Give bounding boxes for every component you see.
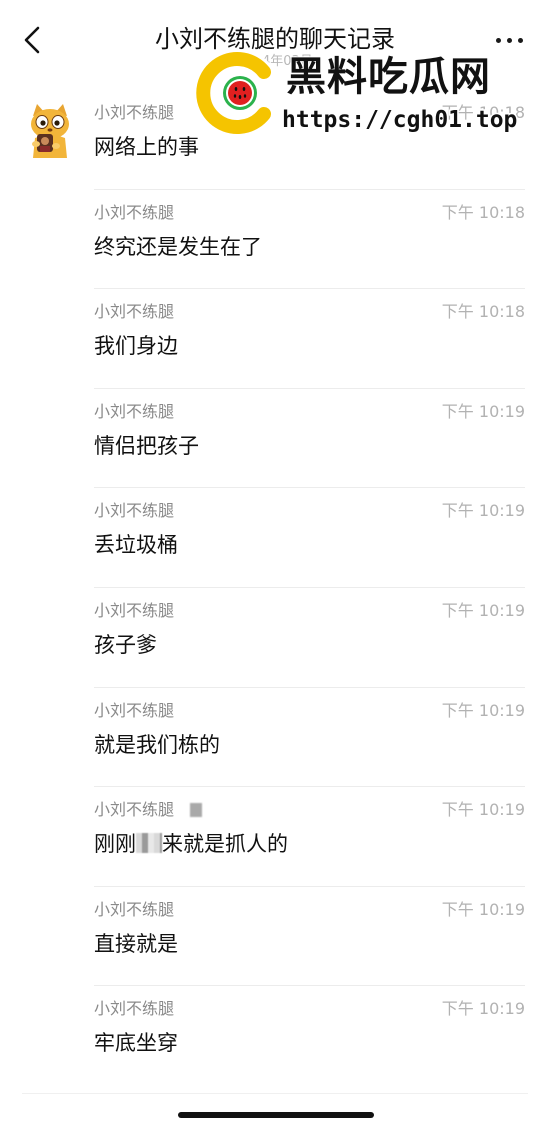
message-text: 情侣把孩子 <box>94 433 199 458</box>
page-subtitle-date: 2024年03月 <box>237 54 313 69</box>
message-text: 就是我们栋的 <box>94 732 220 757</box>
message-time: 下午 10:19 <box>441 800 525 820</box>
message-text: 孩子爹 <box>94 632 157 657</box>
sender-name: 小刘不练腿 <box>94 700 175 720</box>
message-time: 下午 10:19 <box>441 700 525 720</box>
list-item[interactable]: 小刘不练腿 下午 10:19 直接就是 <box>0 887 550 987</box>
message-text: 我们身边 <box>94 334 178 359</box>
list-item[interactable]: 小刘不练腿 下午 10:19 丢垃圾桶 <box>0 488 550 588</box>
sender-name: 小刘不练腿 <box>94 202 175 222</box>
message-time: 下午 10:19 <box>441 899 525 919</box>
sender-name: 小刘不练腿 <box>94 103 175 122</box>
message-text: 网络上的事 <box>94 135 199 159</box>
message-time: 下午 10:19 <box>441 600 525 620</box>
sender-name: 小刘不练腿 <box>94 600 175 620</box>
message-text: 终究还是发生在了 <box>94 234 262 259</box>
list-item[interactable]: 小刘不练腿 下午 10:19 就是我们栋的 <box>0 688 550 788</box>
message-time: 下午 10:18 <box>441 202 525 222</box>
message-time: 下午 10:19 <box>441 401 525 421</box>
pixelated-censor <box>190 803 202 818</box>
list-item[interactable]: 小刘不练腿 下午 10:19 刚刚 来就是抓人的 <box>0 787 550 887</box>
chat-record-list: 小刘不练腿 下午 10:18 网络上的事 小刘不练腿 下午 10:18 终究还是… <box>0 90 550 1086</box>
message-text: 牢底坐穿 <box>94 1031 178 1056</box>
message-time: 下午 10:19 <box>441 999 525 1019</box>
pixelated-censor <box>136 833 162 854</box>
list-item[interactable]: 小刘不练腿 下午 10:18 网络上的事 <box>0 90 550 190</box>
home-indicator[interactable] <box>178 1112 374 1118</box>
list-item[interactable]: 小刘不练腿 下午 10:19 情侣把孩子 <box>0 389 550 489</box>
sender-name: 小刘不练腿 <box>94 501 175 521</box>
message-text-before: 刚刚 <box>94 832 136 857</box>
message-text: 刚刚 来就是抓人的 <box>94 829 288 859</box>
more-button[interactable] <box>494 28 526 52</box>
list-item[interactable]: 小刘不练腿 下午 10:18 终究还是发生在了 <box>0 190 550 290</box>
message-time: 下午 10:18 <box>441 103 525 122</box>
message-text: 丢垃圾桶 <box>94 533 178 558</box>
list-item[interactable]: 小刘不练腿 下午 10:18 我们身边 <box>0 289 550 389</box>
chevron-left-icon <box>24 26 40 54</box>
message-text: 直接就是 <box>94 931 178 956</box>
page-title: 小刘不练腿的聊天记录 <box>155 25 395 53</box>
message-time: 下午 10:19 <box>441 501 525 521</box>
sender-name: 小刘不练腿 <box>94 999 175 1019</box>
sender-name: 小刘不练腿 <box>94 800 175 820</box>
message-time: 下午 10:18 <box>441 302 525 322</box>
message-text-after: 来就是抓人的 <box>162 832 288 857</box>
ellipsis-icon <box>496 38 501 43</box>
divider <box>22 1093 528 1094</box>
sender-name: 小刘不练腿 <box>94 302 175 322</box>
list-item[interactable]: 小刘不练腿 下午 10:19 牢底坐穿 <box>0 986 550 1086</box>
list-item[interactable]: 小刘不练腿 下午 10:19 孩子爹 <box>0 588 550 688</box>
back-button[interactable] <box>18 24 48 56</box>
nav-bar: 小刘不练腿的聊天记录 2024年03月 <box>0 0 550 80</box>
sender-name: 小刘不练腿 <box>94 899 175 919</box>
sender-name: 小刘不练腿 <box>94 401 175 421</box>
